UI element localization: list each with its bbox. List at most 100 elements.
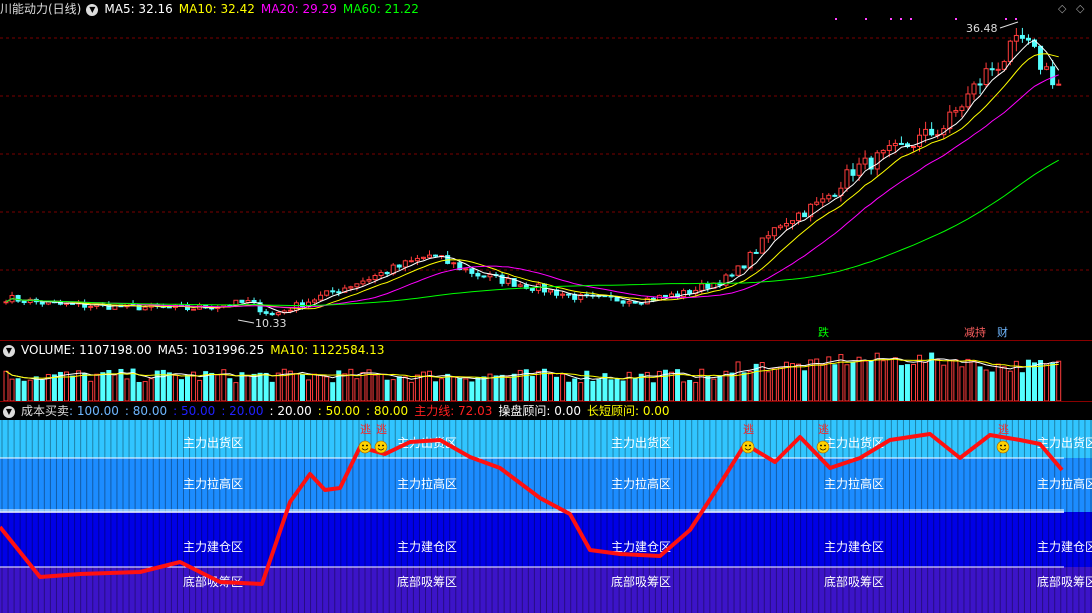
volume-bar (70, 375, 76, 401)
volume-bar (287, 370, 293, 401)
candle (917, 134, 923, 147)
zone-label: 底部吸筹区 (1037, 574, 1092, 589)
zone-label: 主力出货区 (611, 435, 671, 450)
volume-bar (263, 372, 269, 401)
volume-bar (765, 371, 771, 401)
event-marker: 跌 (818, 325, 829, 339)
volume-bar (318, 374, 324, 401)
volume-bar (185, 375, 190, 401)
volume-bar (124, 378, 130, 401)
candle (826, 194, 832, 200)
ma10-line (5, 53, 1059, 310)
volume-bar (215, 374, 221, 401)
cost-label-6: : 80.00 (365, 404, 409, 418)
volume-label-1: MA5: 1031996.25 (157, 343, 265, 357)
candle (965, 93, 971, 108)
candle (366, 279, 372, 282)
volume-bar (299, 374, 305, 401)
chevron-down-icon[interactable]: ▼ (3, 344, 15, 357)
candle (777, 225, 783, 229)
chevron-down-icon[interactable]: ▼ (86, 3, 99, 16)
zone-label: 主力拉高区 (824, 476, 884, 491)
volume-bar (342, 373, 348, 401)
signal-dot (1015, 18, 1017, 20)
volume-bar (239, 372, 245, 401)
volume-bar (614, 378, 620, 401)
candle (850, 169, 856, 176)
candle (626, 301, 632, 304)
smiley-face (996, 440, 1010, 454)
volume-bar (1032, 362, 1037, 401)
kline-chart[interactable]: 36.48 10.33 跌 减持财 (0, 0, 1092, 340)
cost-label-7: 主力线: 72.03 (414, 404, 493, 418)
candle (699, 283, 705, 291)
zone-label: 底部吸筹区 (824, 574, 884, 589)
volume-bar (481, 376, 487, 401)
low-arrow (237, 319, 255, 324)
candle (669, 293, 674, 297)
volume-bar (3, 370, 9, 401)
volume-bar (178, 379, 184, 401)
volume-bar (705, 375, 711, 401)
volume-bar (414, 374, 420, 401)
volume-bar (832, 364, 838, 401)
diamond-icon[interactable]: ◇ (1076, 2, 1084, 15)
volume-bar (1019, 372, 1025, 401)
zone-label: 主力建仓区 (1037, 540, 1092, 554)
volume-bar (469, 381, 475, 401)
smiley-eye (824, 444, 826, 447)
volume-bar (596, 379, 602, 401)
zone-label: 主力建仓区 (397, 540, 457, 554)
chevron-down-icon[interactable]: ▼ (3, 405, 15, 418)
volume-bar (39, 379, 45, 401)
volume-bar (451, 376, 457, 401)
smiley-icon (816, 440, 830, 454)
volume-bar (644, 371, 650, 401)
candle (1050, 66, 1056, 86)
candle (142, 306, 148, 311)
candle (299, 302, 305, 308)
cost-indicator-panel[interactable]: 主力出货区 主力拉高区 主力建仓区 底部吸筹区 主力出货区 主力拉高区 主力建仓区 底部吸筹区… (0, 402, 1092, 613)
candle (802, 212, 808, 218)
escape-signal-label: 逃 (818, 423, 829, 436)
candle (269, 312, 275, 316)
candle (929, 128, 935, 136)
volume-bar (269, 381, 275, 401)
candle (620, 300, 626, 304)
zone-label: 主力建仓区 (183, 540, 243, 554)
volume-bar (959, 366, 965, 401)
volume-bar (669, 371, 674, 401)
volume-bar (457, 378, 463, 401)
candle (396, 264, 402, 268)
candle (245, 300, 251, 303)
smiley-eye (378, 444, 380, 447)
candle (729, 274, 735, 277)
indicator-title: 成本买卖 (21, 404, 70, 418)
candle (312, 299, 318, 303)
volume-bar (21, 380, 27, 401)
volume-bar (868, 360, 874, 401)
zone-label: 底部吸筹区 (397, 574, 457, 589)
volume-bar (275, 372, 281, 401)
cost-header: ▼ 成本买卖: 100.00: 80.00: 50.00: 20.00: 20.0… (0, 402, 692, 420)
cost-label-3: : 20.00 (221, 404, 264, 418)
volume-bar (747, 370, 753, 401)
kline-panel[interactable]: 36.48 10.33 跌 减持财 川能动力(日线) ▼ MA5: 32.16 MA10: … (0, 0, 1092, 340)
candle (427, 254, 432, 258)
zone-label: 主力出货区 (183, 435, 243, 450)
volume-bar (977, 366, 983, 401)
cost-label-5: : 50.00 (317, 404, 360, 418)
volume-bar (790, 363, 795, 401)
volume-bar (693, 381, 699, 401)
volume-bar (94, 373, 100, 401)
volume-panel[interactable]: ▼ VOLUME: 1107198.00 MA5: 1031996.25 MA10: … (0, 341, 1092, 401)
volume-bar (620, 380, 626, 401)
diamond-icon[interactable]: ◇ (1058, 2, 1066, 15)
volume-bar (735, 361, 741, 401)
volume-bar (142, 381, 148, 401)
volume-bar (989, 371, 995, 401)
cost-indicator-chart[interactable]: 主力出货区主力拉高区主力建仓区底部吸筹区 主力出货区主力拉高区主力建仓区底部吸筹区… (0, 402, 1092, 613)
candle (747, 251, 753, 269)
volume-bar (578, 382, 584, 401)
candle (360, 280, 366, 285)
